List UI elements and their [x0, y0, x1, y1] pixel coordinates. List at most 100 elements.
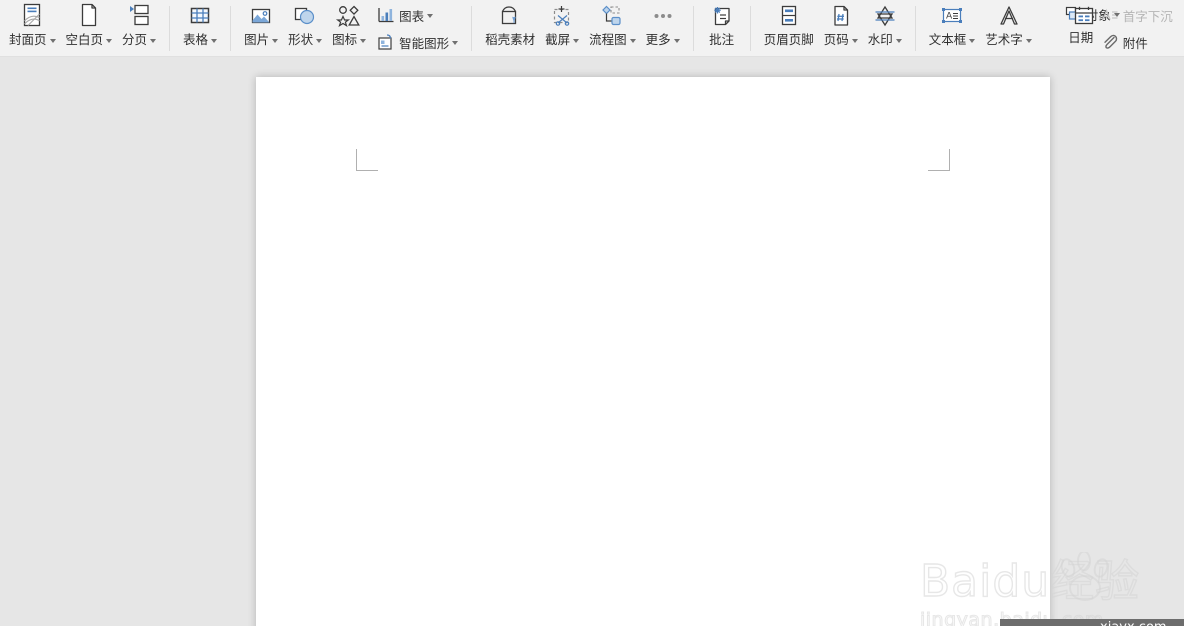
xiayx-char-xia: 侠 — [1010, 621, 1056, 626]
chevron-down-icon[interactable] — [49, 39, 56, 43]
chevron-down-icon[interactable] — [673, 39, 680, 43]
document-part-button[interactable]: 文档部件 — [1178, 29, 1184, 56]
ribbon-separator — [692, 6, 694, 51]
chevron-down-icon[interactable] — [1025, 39, 1032, 43]
svg-text:A: A — [946, 12, 953, 22]
chevron-down-icon[interactable] — [427, 14, 434, 18]
label-text: 附件 — [1122, 36, 1148, 51]
insert-page-break-button[interactable]: 分页 — [117, 0, 161, 56]
label-text: 空白页 — [65, 33, 104, 47]
shapes-icon — [292, 3, 318, 29]
page-number-button[interactable]: 页码 — [819, 0, 863, 56]
xiayx-logo-overlay: ▤中 °, xiayx.com 侠 游戏 — [1000, 619, 1184, 626]
header-footer-label: 页眉页脚 — [764, 32, 814, 48]
header-footer-button[interactable]: 页眉页脚 — [759, 0, 819, 56]
label-text: 分页 — [122, 33, 148, 47]
insert-cover-page-button[interactable]: 封面页 — [4, 0, 61, 56]
insert-chart-button[interactable]: 图表 — [371, 2, 463, 29]
text-box-button[interactable]: A 文本框 — [924, 0, 981, 56]
docer-store-button[interactable]: 稻壳素材 — [480, 0, 540, 56]
more-label: 更多 — [646, 32, 680, 48]
ribbon-separator — [471, 6, 473, 51]
insert-blank-page-button[interactable]: 空白页 — [61, 0, 118, 56]
flowchart-button[interactable]: 流程图 — [584, 0, 641, 56]
table-icon — [188, 3, 212, 29]
screenshot-icon — [549, 3, 575, 29]
ribbon-group-header-footer: 页眉页脚 页码 水印 — [755, 0, 911, 56]
insert-shapes-button[interactable]: 形状 — [283, 0, 327, 56]
smartart-icon — [376, 32, 396, 52]
watermark-button[interactable]: 水印 — [863, 0, 907, 56]
chevron-down-icon[interactable] — [211, 39, 218, 43]
page-break-icon — [126, 3, 152, 29]
word-art-button[interactable]: 艺术字 — [980, 0, 1037, 56]
ribbon-stack-chart-smartart: 图表 智能图形 — [371, 0, 463, 56]
insert-blank-page-label: 空白页 — [66, 32, 113, 48]
ribbon-separator — [749, 6, 751, 51]
insert-shapes-label: 形状 — [288, 32, 323, 48]
label-text: 图表 — [399, 9, 425, 24]
ribbon-separator — [230, 6, 232, 51]
screenshot-label: 截屏 — [545, 32, 580, 48]
insert-comment-button[interactable]: 批注 — [702, 0, 742, 56]
label-text: 智能图形 — [399, 36, 450, 51]
label-text: 水印 — [867, 33, 893, 47]
insert-cover-page-label: 封面页 — [9, 32, 56, 48]
label-text: 页码 — [823, 33, 849, 47]
insert-smartart-button[interactable]: 智能图形 — [371, 29, 463, 56]
chevron-down-icon[interactable] — [851, 39, 858, 43]
more-button[interactable]: 更多 — [641, 0, 685, 56]
insert-picture-button[interactable]: 图片 — [239, 0, 283, 56]
insert-picture-label: 图片 — [244, 32, 279, 48]
ribbon-separator — [914, 6, 916, 51]
insert-icons-button[interactable]: 图标 — [327, 0, 371, 56]
text-box-icon: A — [939, 3, 965, 29]
insert-icons-label: 图标 — [332, 32, 367, 48]
label-text: 批注 — [709, 33, 735, 47]
attachment-icon — [1100, 32, 1120, 52]
flowchart-label: 流程图 — [589, 32, 636, 48]
insert-table-label: 表格 — [183, 32, 218, 48]
baidu-paw-icon — [1060, 552, 1109, 601]
chevron-down-icon[interactable] — [895, 39, 902, 43]
ribbon-group-table: 表格 — [174, 0, 226, 56]
label-text: 文本框 — [928, 33, 967, 47]
chevron-down-icon[interactable] — [969, 39, 976, 43]
ribbon-group-text: A 文本框 艺术字 对象 日期 首字下沉 附件 — [920, 0, 1184, 56]
label-text: 更多 — [645, 33, 671, 47]
label-text: 截屏 — [545, 33, 571, 47]
text-box-label: 文本框 — [929, 32, 976, 48]
document-canvas[interactable]: Baidu经验 jingyan.baidu.com ▤中 °, xiayx.co… — [0, 57, 1184, 626]
chevron-down-icon[interactable] — [452, 41, 459, 45]
ribbon-stack-dropcap-attachment: 首字下沉 附件 — [1095, 0, 1178, 56]
screenshot-button[interactable]: 截屏 — [540, 0, 584, 56]
margin-corner-top-right — [928, 149, 950, 171]
insert-attachment-label: 附件 — [1123, 33, 1148, 52]
flowchart-icon — [599, 3, 625, 29]
chevron-down-icon[interactable] — [629, 39, 636, 43]
xiayx-url: xiayx.com — [1100, 619, 1167, 626]
chevron-down-icon[interactable] — [316, 39, 323, 43]
cover-page-icon — [20, 3, 44, 29]
chevron-down-icon[interactable] — [360, 39, 367, 43]
insert-page-break-label: 分页 — [122, 32, 157, 48]
insert-table-button[interactable]: 表格 — [178, 0, 222, 56]
comment-icon — [709, 3, 735, 29]
chevron-down-icon[interactable] — [272, 39, 279, 43]
label-text: 页眉页脚 — [763, 33, 814, 47]
word-art-icon — [996, 3, 1022, 29]
word-art-label: 艺术字 — [985, 32, 1032, 48]
chart-icon — [376, 5, 396, 25]
label-text: 稻壳素材 — [485, 33, 536, 47]
chevron-down-icon[interactable] — [1113, 13, 1120, 18]
chevron-down-icon[interactable] — [573, 39, 580, 43]
ribbon-group-resources: 稻壳素材 截屏 流程图 更多 — [476, 0, 689, 56]
drop-cap-button[interactable]: 首字下沉 — [1095, 2, 1178, 29]
document-page[interactable] — [256, 77, 1050, 626]
label-text: 表格 — [183, 33, 209, 47]
chevron-down-icon[interactable] — [150, 39, 157, 43]
page-number-icon — [829, 3, 853, 29]
insert-comment-label: 批注 — [709, 32, 734, 48]
insert-attachment-button[interactable]: 附件 — [1095, 29, 1178, 56]
chevron-down-icon[interactable] — [106, 39, 113, 43]
